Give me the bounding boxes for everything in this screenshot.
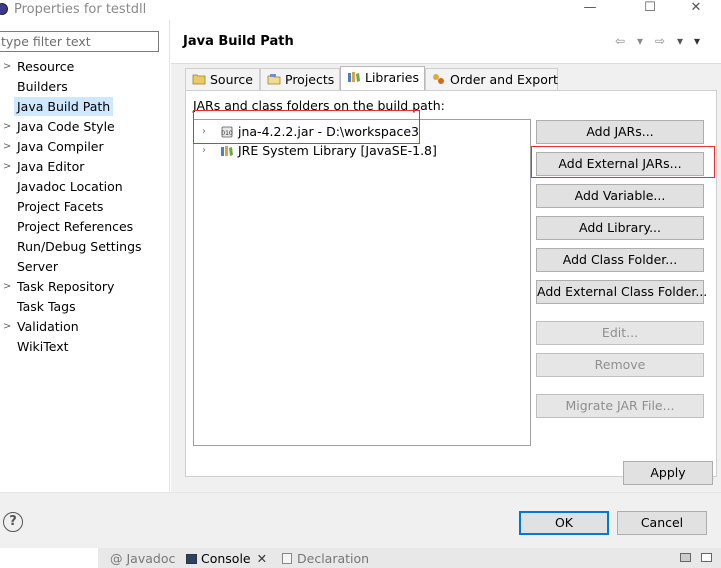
forward-menu-icon[interactable]: ▾ [677, 34, 683, 48]
libraries-icon [348, 72, 360, 82]
properties-tree: > Resource Builders Java Build Path > Java… [0, 57, 168, 357]
tree-item-task-tags[interactable]: Task Tags [0, 297, 168, 317]
add-class-folder-button[interactable]: Add Class Folder... [536, 248, 704, 272]
order-export-icon [433, 74, 444, 84]
page-title: Java Build Path [183, 34, 294, 49]
minimize-view-icon[interactable] [680, 553, 691, 562]
properties-nav-panel: type filter text > Resource Builders Java… [0, 20, 170, 492]
ok-button[interactable]: OK [519, 511, 609, 535]
view-tab-console[interactable]: Console ✕ [186, 551, 267, 566]
title-bar: Properties for testdll — ☐ ✕ [0, 0, 721, 20]
tree-item-run-debug-settings[interactable]: Run/Debug Settings [0, 237, 168, 257]
chevron-right-icon[interactable]: > [3, 137, 11, 157]
view-tab-declaration[interactable]: Declaration [282, 551, 369, 566]
view-tab-javadoc[interactable]: @ Javadoc [110, 551, 175, 566]
console-icon [186, 554, 197, 564]
chevron-right-icon[interactable]: > [3, 277, 11, 297]
chevron-right-icon[interactable]: > [3, 117, 11, 137]
source-folder-icon [192, 74, 206, 85]
forward-arrow-icon[interactable]: ⇨ [655, 34, 665, 48]
chevron-right-icon[interactable]: > [3, 317, 11, 337]
tree-item-java-code-style[interactable]: > Java Code Style [0, 117, 168, 137]
back-menu-icon[interactable]: ▾ [637, 34, 643, 48]
background-views-bar: @ Javadoc Console ✕ Declaration [0, 548, 721, 568]
eclipse-icon [0, 3, 8, 15]
help-icon[interactable]: ? [3, 512, 23, 532]
library-icon [221, 146, 233, 156]
tree-item-javadoc-location[interactable]: Javadoc Location [0, 177, 168, 197]
window-title: Properties for testdll [14, 2, 147, 17]
tree-item-java-compiler[interactable]: > Java Compiler [0, 137, 168, 157]
back-arrow-icon[interactable]: ⇦ [615, 34, 625, 48]
tree-item-java-build-path[interactable]: Java Build Path [0, 97, 168, 117]
tree-item-wikitext[interactable]: WikiText [0, 337, 168, 357]
apply-button[interactable]: Apply [623, 461, 713, 485]
close-button[interactable]: ✕ [681, 0, 711, 18]
minimize-button[interactable]: — [575, 0, 605, 18]
tab-source[interactable]: Source [185, 68, 260, 90]
chevron-right-icon[interactable]: > [3, 157, 11, 177]
build-path-list[interactable]: › 010 jna-4.2.2.jar - D:\workspace3 › JR… [193, 119, 531, 446]
tab-order-and-export[interactable]: Order and Export [425, 68, 558, 90]
tab-libraries[interactable]: Libraries [340, 66, 425, 90]
tree-item-project-references[interactable]: Project References [0, 217, 168, 237]
declaration-icon [282, 553, 292, 564]
tab-projects[interactable]: Projects [260, 68, 340, 90]
maximize-button[interactable]: ☐ [635, 0, 665, 18]
cancel-button[interactable]: Cancel [617, 511, 707, 535]
page-header: Java Build Path ⇦ ▾ ⇨ ▾ ▾ [171, 20, 721, 64]
tree-item-task-repository[interactable]: > Task Repository [0, 277, 168, 297]
filter-input[interactable]: type filter text [0, 31, 159, 52]
highlight-box-add-external-jars [531, 146, 715, 178]
tree-item-project-facets[interactable]: Project Facets [0, 197, 168, 217]
chevron-right-icon[interactable]: > [3, 57, 11, 77]
tree-item-builders[interactable]: Builders [0, 77, 168, 97]
project-icon [267, 74, 281, 85]
at-icon: @ [110, 551, 127, 566]
highlight-box-jar-entry [193, 110, 420, 144]
list-item-jre-library[interactable]: › JRE System Library [JavaSE-1.8] [194, 141, 530, 161]
add-library-button[interactable]: Add Library... [536, 216, 704, 240]
remove-button[interactable]: Remove [536, 353, 704, 377]
add-variable-button[interactable]: Add Variable... [536, 184, 704, 208]
close-icon[interactable]: ✕ [257, 551, 267, 566]
property-page: Java Build Path ⇦ ▾ ⇨ ▾ ▾ Source Project… [171, 20, 721, 492]
add-external-class-folder-button[interactable]: Add External Class Folder... [536, 280, 707, 304]
tree-item-validation[interactable]: > Validation [0, 317, 168, 337]
add-jars-button[interactable]: Add JARs... [536, 120, 704, 144]
tree-item-java-editor[interactable]: > Java Editor [0, 157, 168, 177]
tree-item-server[interactable]: Server [0, 257, 168, 277]
tree-item-resource[interactable]: > Resource [0, 57, 168, 77]
maximize-view-icon[interactable] [701, 553, 712, 562]
jre-library-label: JRE System Library [JavaSE-1.8] [238, 143, 437, 158]
migrate-jar-button[interactable]: Migrate JAR File... [536, 394, 704, 418]
edit-button[interactable]: Edit... [536, 321, 704, 345]
view-menu-icon[interactable]: ▾ [694, 34, 700, 48]
chevron-right-icon[interactable]: › [202, 141, 206, 161]
dialog-footer: ? OK Cancel [0, 492, 721, 548]
